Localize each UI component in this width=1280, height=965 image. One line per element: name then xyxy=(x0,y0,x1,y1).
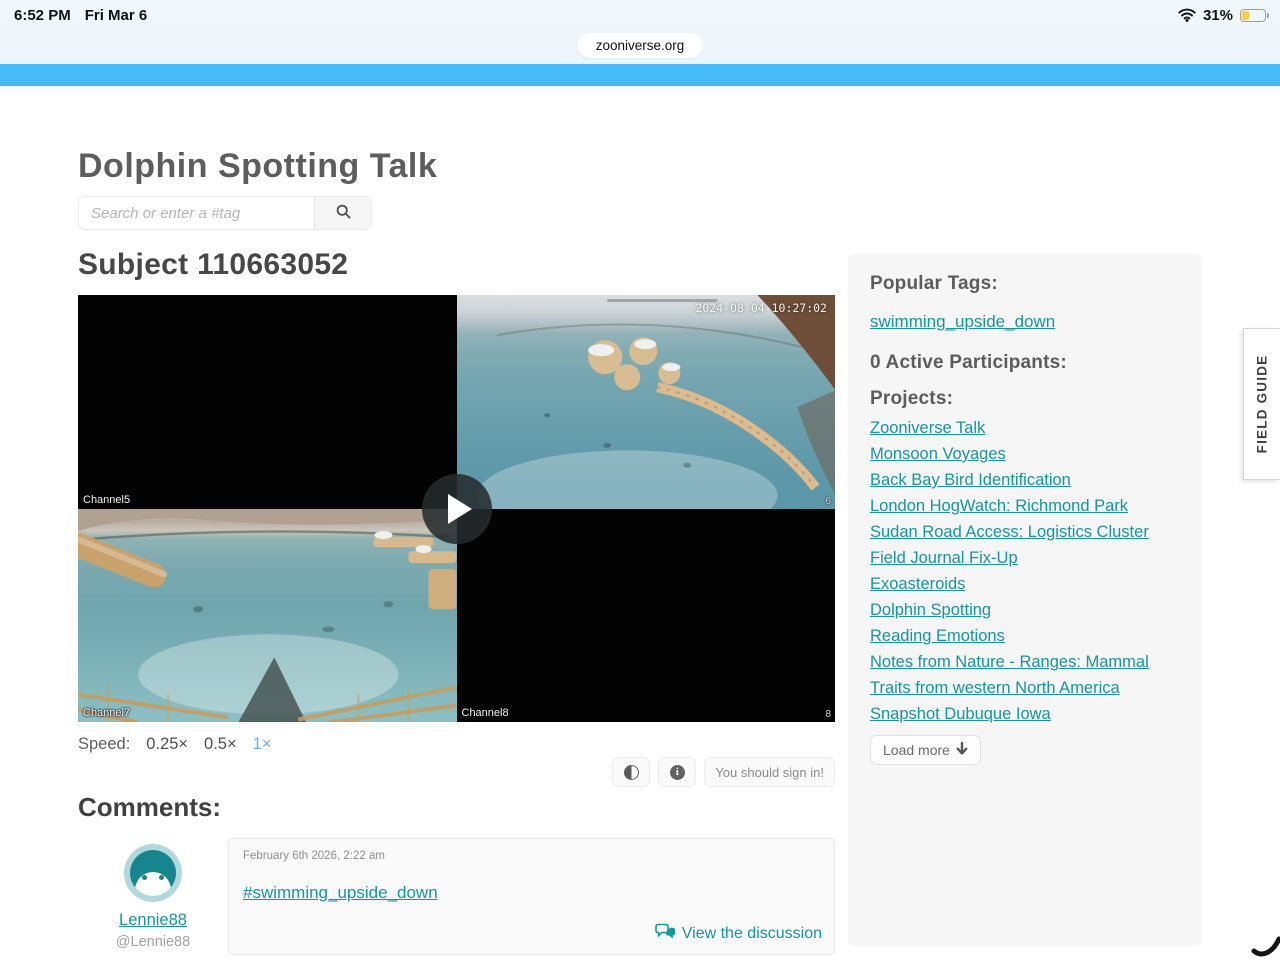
wifi-icon xyxy=(1178,8,1196,22)
comment-author-column: Lennie88 @Lennie88 xyxy=(78,838,228,955)
down-arrow-icon xyxy=(956,741,968,758)
search-input[interactable] xyxy=(79,197,315,229)
projects-heading: Projects: xyxy=(870,388,954,409)
popular-tags-heading: Popular Tags: xyxy=(870,273,998,294)
load-more-button[interactable]: Load more xyxy=(870,735,981,765)
battery-icon xyxy=(1240,8,1269,22)
playback-speed-controls: Speed: 0.25× 0.5× 1× xyxy=(78,735,271,754)
project-link-exoasteroids[interactable]: Exoasteroids xyxy=(870,571,1180,597)
address-bar[interactable]: zooniverse.org xyxy=(577,33,703,58)
active-participants-heading: 0 Active Participants: xyxy=(870,352,1067,373)
project-link-field-journal[interactable]: Field Journal Fix-Up xyxy=(870,545,1180,571)
play-button[interactable] xyxy=(421,473,492,544)
metadata-info-button[interactable]: i xyxy=(658,757,697,787)
comment-timestamp: February 6th 2026, 2:22 am xyxy=(243,850,385,862)
tag-link-swimming-upside-down[interactable]: swimming_upside_down xyxy=(870,312,1055,332)
username-link[interactable]: Lennie88 xyxy=(119,911,187,930)
project-link-snapshot-dubuque[interactable]: Snapshot Dubuque Iowa xyxy=(870,701,1180,727)
avatar-face-icon xyxy=(130,850,176,896)
speed-option-05[interactable]: 0.5× xyxy=(204,735,237,754)
channel8-label: Channel8 xyxy=(461,707,509,719)
channel8-digit: 8 xyxy=(825,709,831,720)
search-box xyxy=(78,196,372,230)
clock-time: 6:52 PM xyxy=(14,6,71,24)
project-link-back-bay-bird[interactable]: Back Bay Bird Identification xyxy=(870,467,1180,493)
sign-in-prompt-button[interactable]: You should sign in! xyxy=(704,757,835,787)
page-title: Dolphin Spotting Talk xyxy=(78,147,438,185)
info-icon: i xyxy=(669,764,685,780)
field-guide-tab[interactable]: FIELD GUIDE xyxy=(1243,328,1280,480)
clock-date: Fri Mar 6 xyxy=(84,6,148,24)
project-link-reading-emotions[interactable]: Reading Emotions xyxy=(870,623,1180,649)
project-link-zooniverse-talk[interactable]: Zooniverse Talk xyxy=(870,415,1180,441)
project-link-london-hogwatch[interactable]: London HogWatch: Richmond Park xyxy=(870,493,1180,519)
channel7-label: Channel7 xyxy=(83,707,131,719)
status-bar: 6:52 PM Fri Mar 6 31% xyxy=(0,0,1280,30)
contrast-icon xyxy=(623,764,639,780)
video-timestamp: 2024-08-04 10:27:02 xyxy=(695,301,827,315)
view-discussion-label: View the discussion xyxy=(681,925,822,942)
browser-chrome: 6:52 PM Fri Mar 6 31% zooniverse.org xyxy=(0,0,1280,64)
project-link-monsoon-voyages[interactable]: Monsoon Voyages xyxy=(870,441,1180,467)
search-button[interactable] xyxy=(315,197,371,229)
comments-heading: Comments: xyxy=(78,792,222,822)
subject-video-player[interactable]: Channel5 2024-08-04 10:27:02 6 Channel7 … xyxy=(78,295,835,722)
battery-percent: 31% xyxy=(1202,6,1233,24)
project-link-notes-from-nature[interactable]: Notes from Nature - Ranges: Mammal Trait… xyxy=(870,649,1180,701)
invert-colors-button[interactable] xyxy=(612,757,651,787)
search-icon xyxy=(336,204,351,222)
camera-feed-channel8: Channel8 8 xyxy=(456,508,835,722)
lagoon-aerial-scene xyxy=(476,295,835,509)
view-discussion-link[interactable]: View the discussion xyxy=(654,923,822,945)
speed-label: Speed: xyxy=(78,735,131,753)
speed-option-025[interactable]: 0.25× xyxy=(146,735,188,754)
load-more-label: Load more xyxy=(883,742,950,758)
subject-title: Subject 110663052 xyxy=(78,248,349,281)
comment-item: Lennie88 @Lennie88 February 6th 2026, 2:… xyxy=(78,838,835,955)
speed-option-1[interactable]: 1× xyxy=(253,735,272,754)
camera-feed-channel5: Channel5 xyxy=(78,295,457,509)
site-header-bar xyxy=(0,64,1280,86)
subject-sidebar: Popular Tags: swimming_upside_down 0 Act… xyxy=(848,254,1202,946)
player-toolbar: i You should sign in! xyxy=(78,757,835,787)
project-link-dolphin-spotting[interactable]: Dolphin Spotting xyxy=(870,597,1180,623)
user-handle: @Lennie88 xyxy=(115,934,191,950)
avatar[interactable] xyxy=(124,844,182,902)
lagoon-surface-scene xyxy=(78,508,457,722)
comment-card: February 6th 2026, 2:22 am #swimming_ups… xyxy=(228,838,835,955)
discussion-bubbles-icon xyxy=(654,923,676,945)
channel5-label: Channel5 xyxy=(83,493,131,506)
field-guide-label: FIELD GUIDE xyxy=(1254,354,1270,454)
camera-feed-channel6: 2024-08-04 10:27:02 6 xyxy=(456,295,835,509)
comment-tag-link[interactable]: #swimming_upside_down xyxy=(243,883,438,903)
channel6-digit: 6 xyxy=(825,495,831,507)
camera-feed-channel7: Channel7 xyxy=(78,508,457,722)
project-link-sudan-road-access[interactable]: Sudan Road Access: Logistics Cluster xyxy=(870,519,1180,545)
play-icon xyxy=(448,493,472,524)
